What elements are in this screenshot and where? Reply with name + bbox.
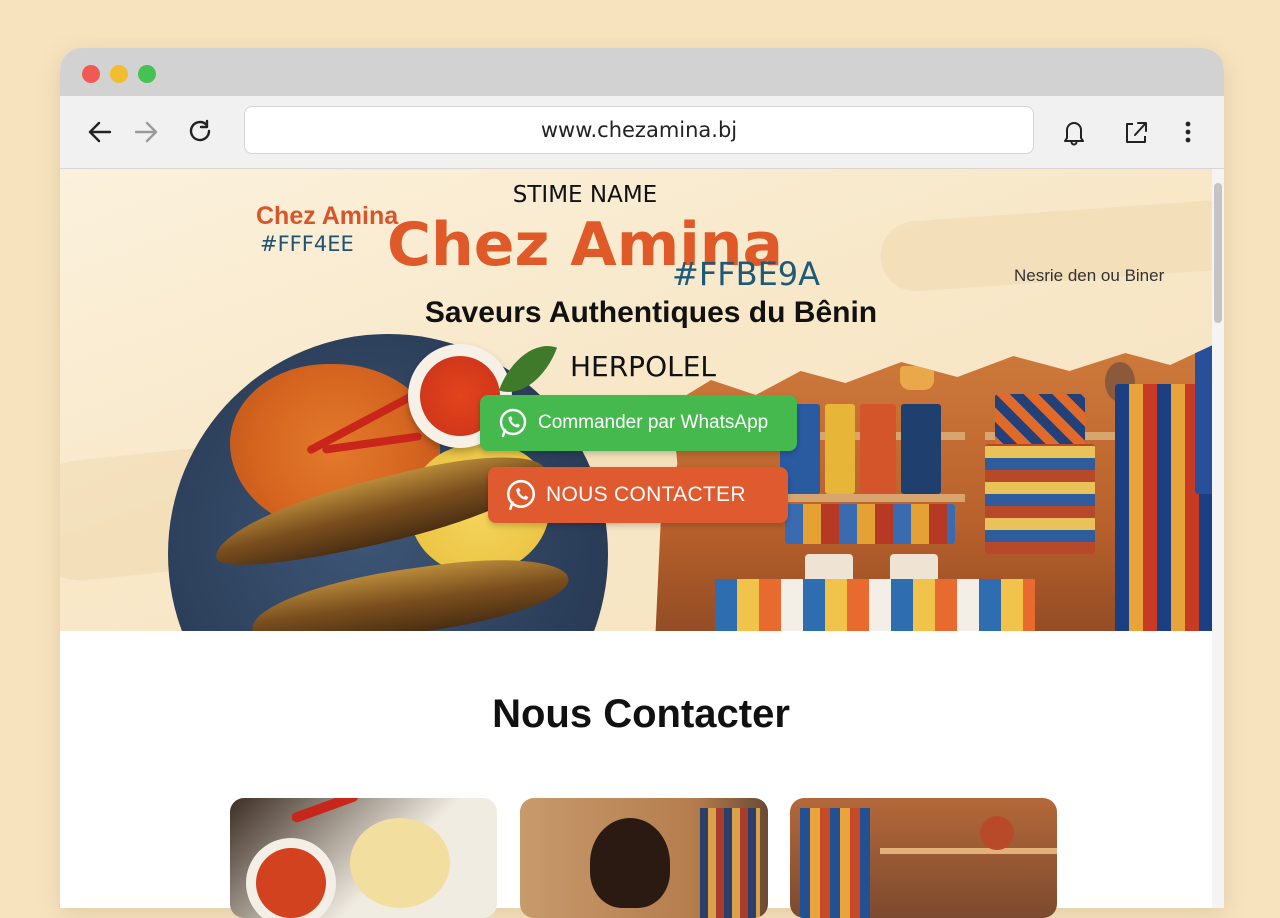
- chef-card[interactable]: [520, 798, 768, 918]
- boutique-card[interactable]: [790, 798, 1057, 918]
- close-window-button[interactable]: [82, 65, 100, 83]
- fabric-image: [800, 808, 870, 918]
- tablecloth-image: [715, 579, 1035, 631]
- fabric-image: [985, 444, 1095, 554]
- whatsapp-icon: [504, 478, 538, 512]
- brand-color-code: #FFBE9A: [672, 255, 821, 293]
- whatsapp-icon: [496, 406, 530, 440]
- fabric-image: [825, 404, 855, 494]
- food-card[interactable]: [230, 798, 497, 918]
- hero-top-label: STIME NAME: [512, 182, 658, 208]
- hero-sub-label: HERPOLEL: [569, 350, 716, 383]
- forward-arrow-icon[interactable]: [130, 116, 162, 148]
- contact-button-label: NOUS CONTACTER: [546, 483, 746, 506]
- hero-tagline: Saveurs Authentiques du Bênin: [424, 296, 878, 329]
- url-bar[interactable]: www.chezamina.bj: [244, 106, 1034, 154]
- sauce-image: [256, 848, 326, 918]
- person-photo: [590, 818, 670, 908]
- shelf: [880, 848, 1057, 854]
- back-arrow-icon[interactable]: [84, 116, 116, 148]
- url-text: www.chezamina.bj: [540, 118, 738, 142]
- logo-text[interactable]: Chez Amina: [256, 202, 398, 231]
- scrollbar[interactable]: [1212, 169, 1224, 908]
- title-bar: [60, 48, 1224, 96]
- couscous-image: [350, 818, 450, 908]
- fabric-image: [785, 504, 955, 544]
- minimize-window-button[interactable]: [110, 65, 128, 83]
- hero-brand-title: Chez Amina: [387, 210, 783, 280]
- fabric-image: [901, 404, 941, 494]
- maximize-window-button[interactable]: [138, 65, 156, 83]
- whatsapp-order-button[interactable]: Commander par WhatsApp: [480, 395, 797, 451]
- bell-icon[interactable]: [1058, 116, 1090, 148]
- browser-toolbar: www.chezamina.bj: [60, 96, 1224, 169]
- pot-image: [980, 816, 1014, 850]
- reload-icon[interactable]: [184, 116, 216, 148]
- whatsapp-order-label: Commander par WhatsApp: [538, 412, 769, 433]
- chili-pepper-image: [290, 798, 360, 824]
- share-icon[interactable]: [1120, 116, 1152, 148]
- side-text: Nesrie den ou Biner: [1014, 266, 1165, 285]
- contact-button[interactable]: NOUS CONTACTER: [488, 467, 788, 523]
- logo-color-code: #FFF4EE: [260, 232, 354, 256]
- more-icon[interactable]: [1172, 116, 1204, 148]
- shelf: [765, 494, 965, 502]
- fabric-image: [860, 404, 896, 494]
- sauce-bowl-image: [246, 838, 336, 918]
- contact-section-title: Nous Contacter: [492, 692, 790, 736]
- fabric-image: [700, 808, 760, 918]
